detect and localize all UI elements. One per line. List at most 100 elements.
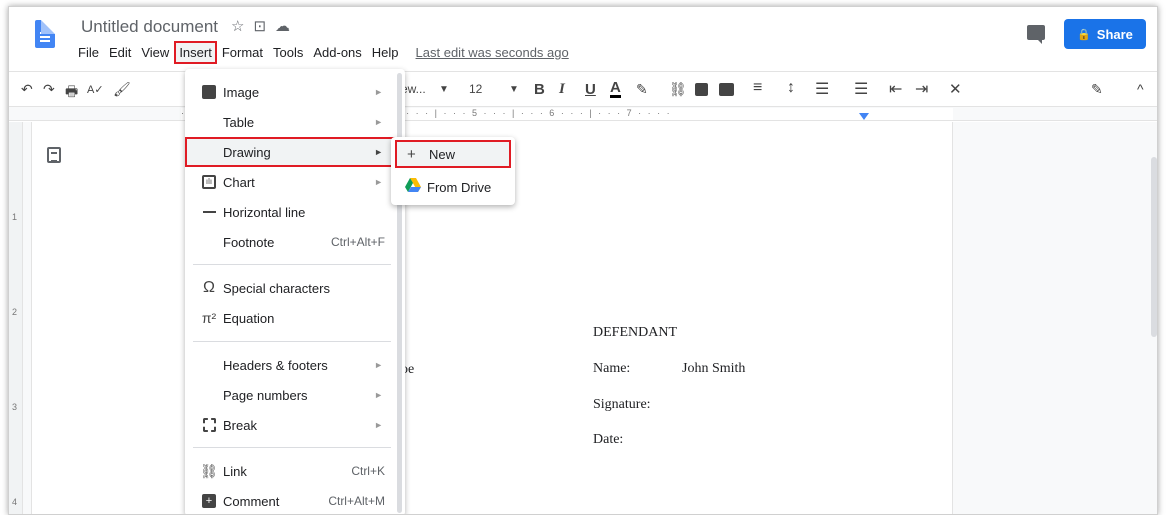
menu-item-label: Footnote [223,234,275,250]
chevron-right-icon: ► [374,177,383,187]
share-label: Share [1096,26,1133,42]
menu-item-label: Page numbers [223,387,308,403]
bulleted-list-icon[interactable]: ☰ [854,79,868,99]
menu-insert[interactable]: Insert [174,41,217,64]
chevron-right-icon: ► [374,360,383,370]
clear-formatting-icon[interactable]: ✕ [949,80,962,98]
menu-item-special-characters[interactable]: Ω Special characters [185,273,405,303]
line-spacing-icon[interactable]: ↕ [787,79,795,97]
link-icon[interactable]: ⛓ [669,81,687,98]
comment-history-icon[interactable] [1027,25,1045,44]
document-scrollbar[interactable] [1151,157,1157,337]
decrease-indent-icon[interactable]: ⇤ [889,79,902,99]
highlight-color-icon[interactable]: ✎ [636,81,648,98]
app-header: Untitled document ☆⊡☁ File Edit View Ins… [9,7,1157,65]
spellcheck-icon[interactable]: A✓ [87,83,104,96]
chart-icon: ılı [201,174,217,190]
name-value: John Smith [682,361,746,376]
title-icons: ☆⊡☁ [231,17,299,35]
menu-item-equation[interactable]: π² Equation [185,303,405,333]
defendant-heading: DEFENDANT [593,325,677,340]
chevron-down-icon[interactable]: ▼ [439,84,449,95]
undo-icon[interactable]: ↶ [21,81,33,98]
indent-marker-icon[interactable] [859,113,869,120]
document-outline-icon[interactable] [47,147,61,163]
submenu-item-label: From Drive [427,179,492,195]
align-icon[interactable]: ≡ [753,79,762,97]
menu-item-label: Special characters [223,280,330,296]
vertical-ruler: 1 2 3 4 [9,122,23,514]
editing-mode-icon[interactable]: ✎ [1091,81,1103,98]
menu-divider [193,341,391,342]
star-icon[interactable]: ☆ [231,18,253,35]
drive-icon [405,178,421,196]
underline-icon[interactable]: U [585,81,596,98]
menu-item-label: Equation [223,310,275,326]
menu-item-shortcut: Ctrl+Alt+F [330,235,385,249]
menu-item-chart[interactable]: ılı Chart ► [185,167,405,197]
paint-format-icon[interactable]: 🖌 [113,81,131,98]
docs-logo-icon[interactable] [35,20,55,48]
submenu-item-new[interactable]: + New [395,140,511,168]
menu-item-horizontal-line[interactable]: Horizontal line [185,197,405,227]
vruler-mark: 1 [12,212,18,222]
menu-item-label: Comment [223,493,280,509]
menu-item-page-numbers[interactable]: Page numbers ► [185,380,405,410]
toolbar: ↶ ↷ 🖶 A✓ 🖌 ew... ▼ 12 ▼ B I U A ✎ ⛓ ≡ ↕ … [9,71,1157,107]
menu-view[interactable]: View [136,43,174,62]
bold-icon[interactable]: B [534,81,545,98]
menu-format[interactable]: Format [217,43,268,62]
menu-item-table[interactable]: Table ► [185,107,405,137]
document-title[interactable]: Untitled document [81,17,218,37]
folder-icon[interactable]: ⊡ [253,18,275,35]
menu-help[interactable]: Help [367,43,404,62]
redo-icon[interactable]: ↷ [43,81,55,98]
menu-file[interactable]: File [73,43,104,62]
add-comment-icon[interactable] [695,83,708,99]
menu-tools[interactable]: Tools [268,43,308,62]
menu-item-headers-footers[interactable]: Headers & footers ► [185,350,405,380]
italic-icon[interactable]: I [559,81,565,98]
menu-addons[interactable]: Add-ons [308,43,366,62]
text-color-icon[interactable]: A [610,80,621,98]
collapse-toolbar-icon[interactable]: ^ [1137,81,1144,97]
docs-window: Untitled document ☆⊡☁ File Edit View Ins… [8,6,1158,515]
menu-item-shortcut: Ctrl+Alt+M [328,494,385,508]
menu-bar: File Edit View Insert Format Tools Add-o… [73,41,574,64]
cloud-icon[interactable]: ☁ [275,18,299,35]
chevron-right-icon: ► [374,117,383,127]
submenu-item-from-drive[interactable]: From Drive [395,173,511,201]
menu-item-label: Link [223,463,247,479]
numbered-list-icon[interactable]: ☰ [815,79,829,99]
menu-item-image[interactable]: Image ► [185,77,405,107]
last-edit-link[interactable]: Last edit was seconds ago [411,43,574,62]
submenu-item-label: New [429,146,456,162]
menu-divider [193,264,391,265]
menu-item-break[interactable]: Break ► [185,410,405,440]
increase-indent-icon[interactable]: ⇥ [915,79,928,99]
insert-image-icon[interactable] [719,83,734,99]
menu-divider [193,447,391,448]
horizontal-line-icon [201,204,217,220]
print-icon[interactable]: 🖶 [65,81,78,105]
font-size-input[interactable]: 12 [469,82,482,96]
vruler-mark: 4 [12,497,18,507]
chevron-right-icon: ► [374,87,383,97]
chevron-right-icon: ► [374,147,383,157]
menu-item-label: Break [223,417,257,433]
chevron-down-icon[interactable]: ▼ [509,84,519,95]
lock-icon: 🔒 [1077,28,1091,41]
menu-item-drawing[interactable]: Drawing ► [185,137,405,167]
menu-item-link[interactable]: ⛓ Link Ctrl+K [185,456,405,486]
menu-edit[interactable]: Edit [104,43,136,62]
menu-item-label: Drawing [223,144,271,160]
menu-item-comment[interactable]: + Comment Ctrl+Alt+M [185,486,405,514]
menu-item-shortcut: Ctrl+K [351,464,385,478]
signature-label: Signature: [593,397,651,412]
menu-item-label: Horizontal line [223,204,306,220]
share-button[interactable]: 🔒 Share [1064,19,1146,49]
plus-icon: + [407,145,416,163]
omega-icon: Ω [203,279,215,296]
vruler-mark: 2 [12,307,18,317]
menu-item-footnote[interactable]: Footnote Ctrl+Alt+F [185,227,405,257]
